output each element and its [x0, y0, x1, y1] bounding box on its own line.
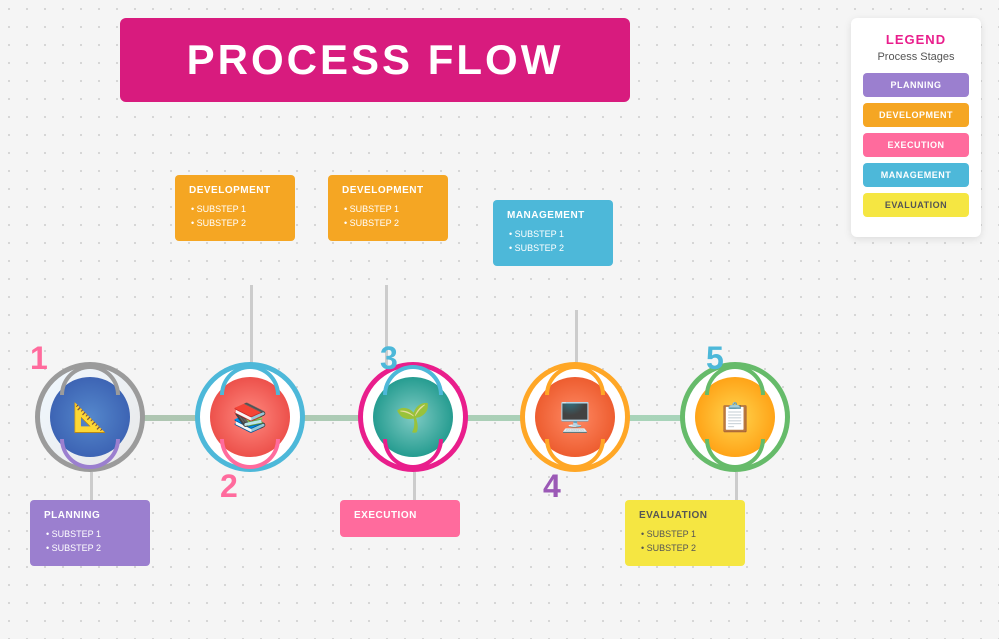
node-number-3: 3 — [380, 340, 398, 377]
box-dev1-sub1: SUBSTEP 1 — [191, 202, 281, 216]
node-4-arc-top — [545, 365, 605, 395]
node-2-arc-bottom — [220, 439, 280, 469]
info-box-execution: EXECUTION — [340, 500, 460, 537]
page-title: PROCESS FLOW — [150, 36, 600, 84]
connector-2-up — [250, 285, 253, 365]
connector-4-up — [575, 310, 578, 365]
box-planning-title: PLANNING — [44, 510, 136, 521]
box-dev2-title: DEVELOPMENT — [342, 185, 434, 196]
node-4-icon: 🖥️ — [558, 401, 593, 434]
box-evaluation-sub2: SUBSTEP 2 — [641, 541, 731, 555]
node-number-2: 2 — [220, 468, 238, 505]
legend-subtitle: Process Stages — [863, 51, 969, 63]
node-5: 📋 — [680, 362, 790, 472]
box-management-sub1: SUBSTEP 1 — [509, 227, 599, 241]
node-1-icon: 📐 — [73, 401, 108, 434]
box-planning-sub2: SUBSTEP 2 — [46, 541, 136, 555]
legend-panel: LEGEND Process Stages PLANNING DEVELOPME… — [851, 18, 981, 237]
node-3-icon: 🌱 — [396, 401, 431, 434]
node-number-1: 1 — [30, 340, 48, 377]
box-dev2-sub2: SUBSTEP 2 — [344, 216, 434, 230]
legend-title: LEGEND — [863, 32, 969, 47]
box-evaluation-sub1: SUBSTEP 1 — [641, 527, 731, 541]
node-2-arc-top — [220, 365, 280, 395]
node-3: 🌱 — [358, 362, 468, 472]
node-4-arc-bottom — [545, 439, 605, 469]
node-1-arc-top — [60, 365, 120, 395]
legend-item-evaluation: EVALUATION — [863, 193, 969, 217]
box-execution-title: EXECUTION — [354, 510, 446, 521]
legend-item-planning: PLANNING — [863, 73, 969, 97]
node-5-icon: 📋 — [718, 401, 753, 434]
node-3-arc-bottom — [383, 439, 443, 469]
info-box-planning: PLANNING SUBSTEP 1 SUBSTEP 2 — [30, 500, 150, 566]
box-dev1-title: DEVELOPMENT — [189, 185, 281, 196]
box-management-sub2: SUBSTEP 2 — [509, 241, 599, 255]
node-1: 📐 — [35, 362, 145, 472]
box-management-title: MANAGEMENT — [507, 210, 599, 221]
node-number-5: 5 — [706, 340, 724, 377]
legend-item-execution: EXECUTION — [863, 133, 969, 157]
node-1-arc-bottom — [60, 439, 120, 469]
box-evaluation-title: EVALUATION — [639, 510, 731, 521]
node-2-icon: 📚 — [233, 401, 268, 434]
box-planning-sub1: SUBSTEP 1 — [46, 527, 136, 541]
node-number-4: 4 — [543, 468, 561, 505]
box-dev1-sub2: SUBSTEP 2 — [191, 216, 281, 230]
info-box-dev1: DEVELOPMENT SUBSTEP 1 SUBSTEP 2 — [175, 175, 295, 241]
legend-item-management: MANAGEMENT — [863, 163, 969, 187]
box-dev2-sub1: SUBSTEP 1 — [344, 202, 434, 216]
info-box-evaluation: EVALUATION SUBSTEP 1 SUBSTEP 2 — [625, 500, 745, 566]
node-4: 🖥️ — [520, 362, 630, 472]
info-box-dev2: DEVELOPMENT SUBSTEP 1 SUBSTEP 2 — [328, 175, 448, 241]
node-2: 📚 — [195, 362, 305, 472]
title-banner: PROCESS FLOW — [120, 18, 630, 102]
legend-item-development: DEVELOPMENT — [863, 103, 969, 127]
node-5-arc-bottom — [705, 439, 765, 469]
info-box-management: MANAGEMENT SUBSTEP 1 SUBSTEP 2 — [493, 200, 613, 266]
